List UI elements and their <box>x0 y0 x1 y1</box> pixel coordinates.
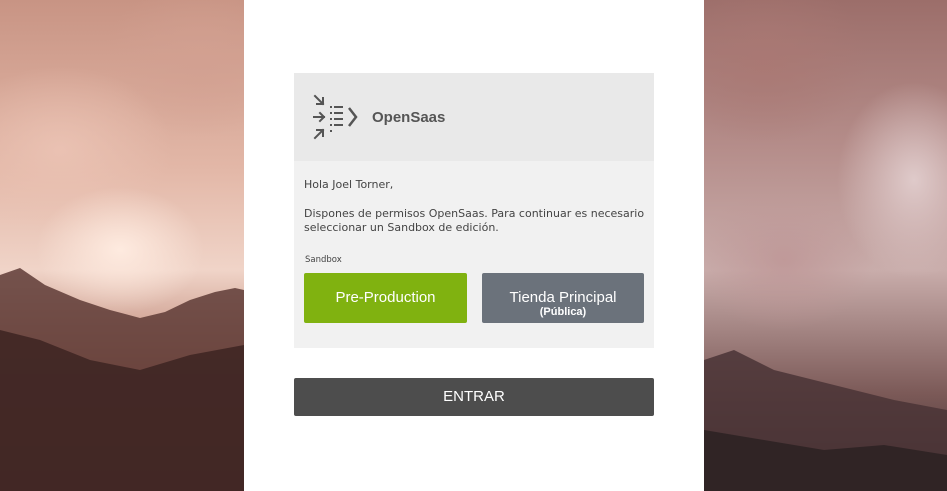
sandbox-pre-production-button[interactable]: Pre-Production <box>304 273 467 323</box>
mountain-silhouette-left <box>0 268 244 491</box>
entrar-button[interactable]: ENTRAR <box>294 378 654 416</box>
permissions-message: Dispones de permisos OpenSaas. Para cont… <box>304 207 645 234</box>
sandbox-label: Sandbox <box>305 255 342 265</box>
login-card: OpenSaas Hola Joel Torner, Dispones de p… <box>294 73 654 348</box>
card-header: OpenSaas <box>294 73 654 161</box>
opensaas-logo-icon <box>313 94 358 140</box>
sandbox-tienda-principal-button[interactable]: Tienda Principal (Pública) <box>482 273 644 323</box>
sandbox-tienda-principal-sublabel: (Pública) <box>539 305 587 318</box>
background-image-left <box>0 0 244 491</box>
sandbox-tienda-principal-label: Tienda Principal <box>509 288 617 306</box>
mountain-silhouette-right <box>704 350 947 491</box>
background-image-right <box>704 0 947 491</box>
greeting-text: Hola Joel Torner, <box>304 178 394 191</box>
brand-name: OpenSaas <box>372 109 446 126</box>
